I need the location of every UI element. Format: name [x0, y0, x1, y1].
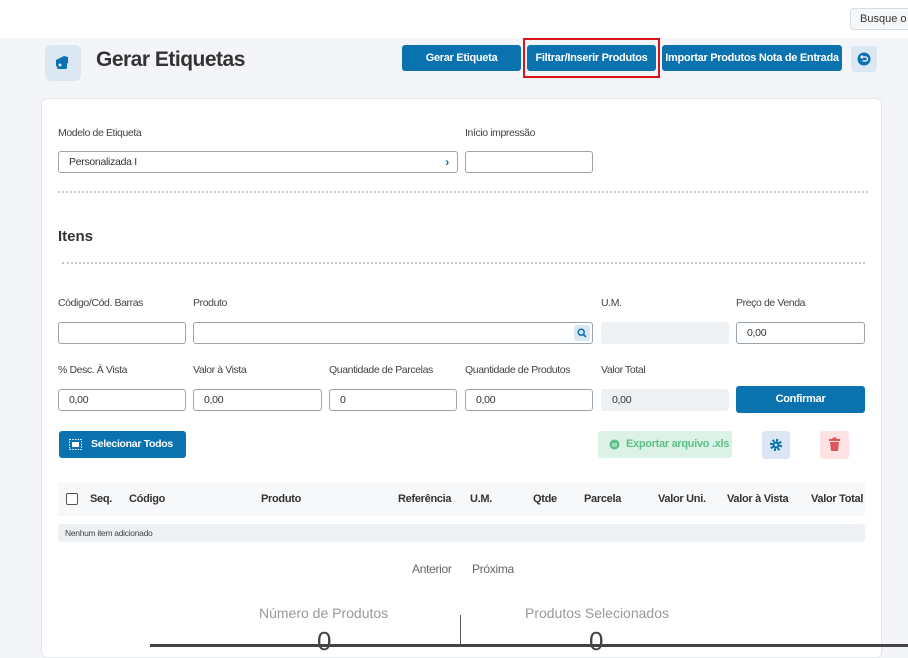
undo-icon: [857, 52, 871, 66]
codigo-input[interactable]: [58, 322, 186, 344]
desc-input[interactable]: 0,00: [58, 389, 186, 411]
produtos-selecionados-value: 0: [589, 626, 604, 656]
modelo-select[interactable]: Personalizada I ›: [58, 151, 458, 173]
produtos-selecionados-label: Produtos Selecionados: [525, 605, 669, 621]
chevron-right-icon: ›: [445, 155, 449, 169]
col-qtde[interactable]: Qtde: [533, 493, 557, 505]
select-all-icon: [69, 439, 82, 450]
label-tag-icon: [45, 45, 81, 81]
produto-input[interactable]: [193, 322, 593, 344]
selecionar-todos-button[interactable]: Selecionar Todos: [59, 431, 186, 458]
selecionar-todos-label: Selecionar Todos: [91, 438, 173, 450]
um-label: U.M.: [601, 297, 622, 309]
col-um[interactable]: U.M.: [470, 493, 492, 505]
undo-button[interactable]: [851, 46, 877, 72]
pager-next-button[interactable]: Próxima: [472, 562, 514, 576]
divider: [62, 262, 865, 264]
importar-produtos-button[interactable]: Importar Produtos Nota de Entrada: [662, 45, 842, 71]
inicio-input[interactable]: [465, 151, 593, 173]
top-bar: Busque o c: [0, 0, 908, 38]
gerar-etiqueta-button[interactable]: Gerar Etiqueta: [402, 45, 521, 71]
qtd-produtos-label: Quantidade de Produtos: [465, 364, 571, 376]
numero-produtos-label: Número de Produtos: [259, 605, 389, 621]
trash-icon: [829, 437, 840, 451]
gear-icon: [769, 438, 783, 452]
highlight-box: [523, 38, 660, 78]
qtd-produtos-input[interactable]: 0,00: [465, 389, 593, 411]
col-valor-uni[interactable]: Valor Uni.: [658, 493, 706, 505]
numero-produtos-value: 0: [317, 626, 332, 656]
search-icon[interactable]: [574, 325, 590, 341]
preco-input[interactable]: 0,00: [736, 322, 865, 344]
valor-vista-input[interactable]: 0,00: [193, 389, 322, 411]
col-produto[interactable]: Produto: [261, 493, 301, 505]
empty-table-row: Nenhum item adicionado: [58, 524, 865, 542]
parcelas-label: Quantidade de Parcelas: [329, 364, 433, 376]
preco-label: Preço de Venda: [736, 297, 806, 309]
divider: [58, 191, 868, 193]
page-title: Gerar Etiquetas: [96, 48, 245, 71]
exportar-xls-button[interactable]: Exportar arquivo .xls: [598, 431, 732, 458]
desc-label: % Desc. À Vista: [58, 364, 128, 376]
stats-divider: [460, 615, 461, 647]
settings-button[interactable]: [762, 431, 790, 459]
exportar-label: Exportar arquivo .xls: [626, 438, 730, 450]
um-input: [601, 322, 729, 344]
col-seq[interactable]: Seq.: [90, 493, 112, 505]
modelo-label: Modelo de Etiqueta: [58, 127, 142, 139]
produto-label: Produto: [193, 297, 227, 309]
col-codigo[interactable]: Código: [129, 493, 165, 505]
itens-title: Itens: [58, 228, 94, 245]
valor-total-label: Valor Total: [601, 364, 646, 376]
valor-total-input: 0,00: [601, 389, 729, 411]
valor-vista-label: Valor à Vista: [193, 364, 247, 376]
confirmar-button[interactable]: Confirmar: [736, 386, 865, 413]
form-card: [41, 98, 882, 658]
modelo-value: Personalizada I: [69, 156, 137, 168]
parcelas-input[interactable]: 0: [329, 389, 457, 411]
pager-prev-button[interactable]: Anterior: [412, 562, 452, 576]
file-export-icon: [609, 439, 620, 450]
inicio-label: Início impressão: [465, 127, 536, 139]
col-valor-total[interactable]: Valor Total: [811, 493, 863, 505]
table-header: Seq. Código Produto Referência U.M. Qtde…: [58, 482, 865, 516]
col-parcela[interactable]: Parcela: [584, 493, 621, 505]
global-search-input[interactable]: Busque o c: [850, 8, 908, 30]
col-valor-vista[interactable]: Valor à Vista: [727, 493, 789, 505]
delete-button[interactable]: [820, 431, 849, 459]
codigo-label: Código/Cód. Barras: [58, 297, 144, 309]
col-referencia[interactable]: Referência: [398, 493, 452, 505]
select-all-checkbox[interactable]: [66, 493, 78, 505]
